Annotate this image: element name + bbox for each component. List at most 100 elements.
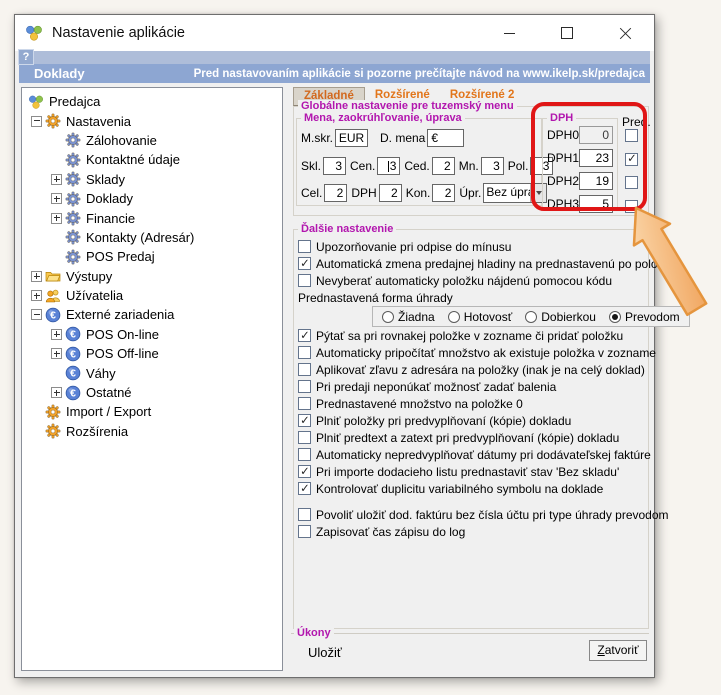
checkbox-prednastavené-množstvo-na-položke-0[interactable] <box>298 397 311 410</box>
save-button[interactable]: Uložiť <box>308 645 342 660</box>
tree-item-label: Predajca <box>49 94 100 109</box>
header-notice: Pred nastavovaním aplikácie si pozorne p… <box>194 68 645 80</box>
pred-checkbox-dph3[interactable] <box>625 200 638 213</box>
dph-label-dph0: DPH0 <box>547 128 577 142</box>
tree-item-váhy[interactable]: Váhy <box>22 363 282 382</box>
field-input-ced[interactable]: 2 <box>432 157 455 175</box>
checkbox-pri-importe-dodacieho-listu-prednastaviť[interactable] <box>298 465 311 478</box>
checkbox-pýtať-sa-pri-rovnakej-položke-v-zozname-[interactable] <box>298 329 311 342</box>
tree-expand-plus-icon[interactable] <box>31 271 42 282</box>
tree-expand-plus-icon[interactable] <box>51 213 62 224</box>
tree-expand-plus-icon[interactable] <box>31 290 42 301</box>
checkbox-aplikovať-zľavu-z-adresára-na-položky-in[interactable] <box>298 363 311 376</box>
label-prednastavená-forma-úhrady: Prednastavená forma úhrady <box>298 289 646 306</box>
pred-checkbox-dph0[interactable] <box>625 129 638 142</box>
tree-item-sklady[interactable]: Sklady <box>22 170 282 189</box>
tree-expand-plus-icon[interactable] <box>51 174 62 185</box>
setting-row-aplikovať-zľavu-z-adresára-na-položky-in: Aplikovať zľavu z adresára na položky (i… <box>298 361 646 378</box>
currency-row-1: M.skr.EURD. mena€ <box>301 128 476 148</box>
field-input-cel[interactable]: 2 <box>324 184 347 202</box>
checkbox-povoliť-uložiť-dod-faktúru-bez-čísla-účt[interactable] <box>298 508 311 521</box>
checkbox-plniť-položky-pri-predvyplňovaní-k-pie-d[interactable] <box>298 414 311 427</box>
checkbox-label: Automaticky nepredvyplňovať dátumy pri d… <box>316 448 651 462</box>
tree-indent <box>48 329 65 340</box>
tree-expand-plus-icon[interactable] <box>51 329 62 340</box>
help-button[interactable]: ? <box>18 49 34 65</box>
setting-row-pýtať-sa-pri-rovnakej-položke-v-zozname-: Pýtať sa pri rovnakej položke v zozname … <box>298 327 646 344</box>
radio-žiadna[interactable] <box>382 311 394 323</box>
checkbox-pri-predaji-neponúkať-možnosť-zadať-bale[interactable] <box>298 380 311 393</box>
radio-prevodom[interactable] <box>609 311 621 323</box>
field-label-cen: Cen. <box>350 159 375 173</box>
tree-item-rozšírenia[interactable]: Rozšírenia <box>22 422 282 441</box>
checkbox-nevyberať-automaticky-položku-nájdenú-po[interactable] <box>298 274 311 287</box>
checkbox-plniť-predtext-a-zatext-pri-predvyplňova[interactable] <box>298 431 311 444</box>
maximize-icon[interactable] <box>538 15 596 51</box>
tree-item-kontaktné-údaje[interactable]: Kontaktné údaje <box>22 150 282 169</box>
setting-row-kontrolovať-duplicitu-variabilného-symbo: Kontrolovať duplicitu variabilného symbo… <box>298 480 646 497</box>
tree-item-predajca[interactable]: Predajca <box>22 92 282 111</box>
actions-title: Úkony <box>294 627 334 639</box>
tree-expand-plus-icon[interactable] <box>51 193 62 204</box>
setting-row-upozorňovanie-pri-odpise-do-mínusu: Upozorňovanie pri odpise do mínusu <box>298 238 646 255</box>
radio-dobierkou[interactable] <box>525 311 537 323</box>
pred-checkbox-dph2[interactable] <box>625 176 638 189</box>
tree-item-externé-zariadenia[interactable]: Externé zariadenia <box>22 305 282 324</box>
checkbox-zapisovať-čas-zápisu-do-log[interactable] <box>298 525 311 538</box>
tree-collapse-minus-icon[interactable] <box>31 116 42 127</box>
tree-indent <box>48 387 65 398</box>
close-icon[interactable] <box>596 15 654 51</box>
tree-item-kontakty-adresár[interactable]: Kontakty (Adresár) <box>22 228 282 247</box>
dph-label-dph3: DPH3 <box>547 197 577 211</box>
tree-item-nastavenia[interactable]: Nastavenia <box>22 111 282 130</box>
field-input-mn[interactable]: 3 <box>481 157 504 175</box>
field-input-skl[interactable]: 3 <box>323 157 346 175</box>
radio-option-prevodom[interactable]: Prevodom <box>609 310 680 324</box>
tree-item-pos-on-line[interactable]: POS On-line <box>22 325 282 344</box>
field-input-dph[interactable]: 2 <box>379 184 402 202</box>
field-input-cen[interactable]: 3 <box>377 157 400 175</box>
app-logo-icon <box>25 24 43 42</box>
window-title: Nastavenie aplikácie <box>52 25 185 41</box>
checkbox-upozorňovanie-pri-odpise-do-mínusu[interactable] <box>298 240 311 253</box>
tree-expand-plus-icon[interactable] <box>51 348 62 359</box>
tree-expand-plus-icon[interactable] <box>51 387 62 398</box>
close-dialog-button[interactable]: Zatvoriť <box>589 640 647 661</box>
gear-blue-icon <box>65 171 81 187</box>
radio-option-hotovosť[interactable]: Hotovosť <box>448 310 513 324</box>
tree-indent <box>28 116 45 127</box>
tree-item-import-export[interactable]: Import / Export <box>22 402 282 421</box>
tree-item-výstupy[interactable]: Výstupy <box>22 267 282 286</box>
checkbox-label: Automaticky pripočítať množstvo ak exist… <box>316 346 656 360</box>
tree-item-financie[interactable]: Financie <box>22 208 282 227</box>
tree-item-užívatelia[interactable]: Užívatelia <box>22 286 282 305</box>
checkbox-label: Upozorňovanie pri odpise do mínusu <box>316 240 511 254</box>
dph-input-dph3[interactable]: 5 <box>579 195 613 213</box>
tree-item-pos-off-line[interactable]: POS Off-line <box>22 344 282 363</box>
minimize-icon[interactable] <box>480 15 538 51</box>
dph-input-dph2[interactable]: 19 <box>579 172 613 190</box>
tree-item-label: Nastavenia <box>66 114 131 129</box>
checkbox-kontrolovať-duplicitu-variabilného-symbo[interactable] <box>298 482 311 495</box>
field-input-d-mena[interactable]: € <box>427 129 464 147</box>
group-currency-title: Mena, zaokrúhľovanie, úprava <box>301 112 465 124</box>
radio-option-dobierkou[interactable]: Dobierkou <box>525 310 596 324</box>
field-label-m-skr: M.skr. <box>301 131 333 145</box>
upr-combobox[interactable]: Bez úprav <box>483 183 547 203</box>
radio-option-žiadna[interactable]: Žiadna <box>382 310 435 324</box>
tree-item-zálohovanie[interactable]: Zálohovanie <box>22 131 282 150</box>
field-input-m-skr[interactable]: EUR <box>335 129 368 147</box>
setting-row-nevyberať-automaticky-položku-nájdenú-po: Nevyberať automaticky položku nájdenú po… <box>298 272 646 289</box>
pred-checkbox-dph1[interactable] <box>625 153 638 166</box>
dph-input-dph1[interactable]: 23 <box>579 149 613 167</box>
tree-collapse-minus-icon[interactable] <box>31 309 42 320</box>
tree-item-doklady[interactable]: Doklady <box>22 189 282 208</box>
checkbox-automaticky-pripočítať-množstvo-ak-exist[interactable] <box>298 346 311 359</box>
tree-item-ostatné[interactable]: Ostatné <box>22 383 282 402</box>
radio-hotovosť[interactable] <box>448 311 460 323</box>
field-input-kon[interactable]: 2 <box>432 184 455 202</box>
checkbox-automaticky-nepredvyplňovať-dátumy-pri-d[interactable] <box>298 448 311 461</box>
tree-item-pos-predaj[interactable]: POS Predaj <box>22 247 282 266</box>
checkbox-label: Kontrolovať duplicitu variabilného symbo… <box>316 482 603 496</box>
checkbox-automatická-zmena-predajnej-hladiny-na-p[interactable] <box>298 257 311 270</box>
